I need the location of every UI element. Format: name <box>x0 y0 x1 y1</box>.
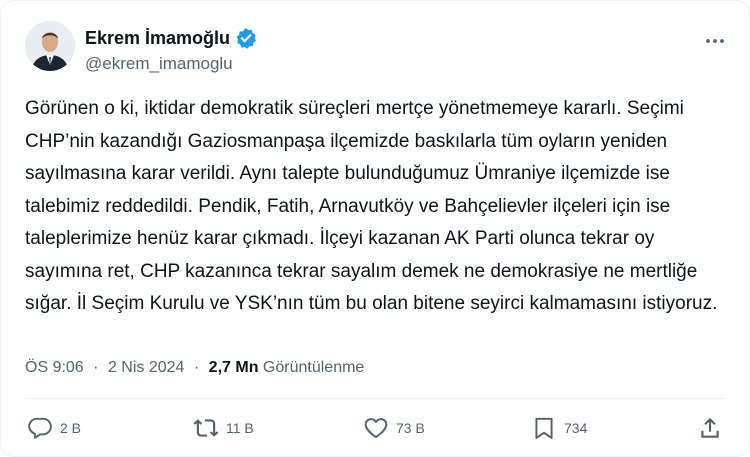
post-card: Ekrem İmamoğlu @ekrem_imamoglu Görünen o… <box>0 0 750 457</box>
post-meta: ÖS 9:06 · 2 Nis 2024 · 2,7 Mn Görüntülen… <box>25 357 364 379</box>
share-button[interactable] <box>697 415 723 441</box>
meta-separator: · <box>193 359 200 376</box>
bookmark-icon <box>535 417 553 439</box>
bookmark-count: 734 <box>564 420 588 436</box>
views-label: Görüntülenme <box>262 359 365 376</box>
post-header: Ekrem İmamoğlu @ekrem_imamoglu <box>25 21 731 77</box>
post-text: Görünen o ki, iktidar demokratik süreçle… <box>25 98 718 314</box>
reply-count: 2 B <box>60 420 82 436</box>
meta-separator: · <box>93 359 99 376</box>
reply-button[interactable]: 2 B <box>27 415 81 441</box>
action-bar: 2 B 11 B 73 B 734 <box>1 401 750 457</box>
author-handle[interactable]: @ekrem_imamoglu <box>85 54 233 74</box>
repost-button[interactable]: 11 B <box>193 415 254 441</box>
verified-badge-icon <box>235 27 257 49</box>
repost-icon <box>193 419 219 437</box>
divider <box>25 398 725 399</box>
repost-count: 11 B <box>226 420 254 436</box>
reply-icon <box>28 417 52 439</box>
more-options-icon[interactable] <box>701 27 729 55</box>
avatar[interactable] <box>25 21 75 71</box>
name-row: Ekrem İmamoğlu <box>85 27 257 49</box>
post-date[interactable]: 2 Nis 2024 <box>108 359 185 376</box>
post-time[interactable]: ÖS 9:06 <box>25 359 84 376</box>
bookmark-button[interactable]: 734 <box>531 415 587 441</box>
views-count[interactable]: 2,7 Mn <box>209 359 259 376</box>
author-name[interactable]: Ekrem İmamoğlu <box>85 27 230 49</box>
like-count: 73 B <box>396 420 425 436</box>
share-icon <box>701 417 719 438</box>
like-icon <box>364 418 388 439</box>
like-button[interactable]: 73 B <box>363 415 425 441</box>
